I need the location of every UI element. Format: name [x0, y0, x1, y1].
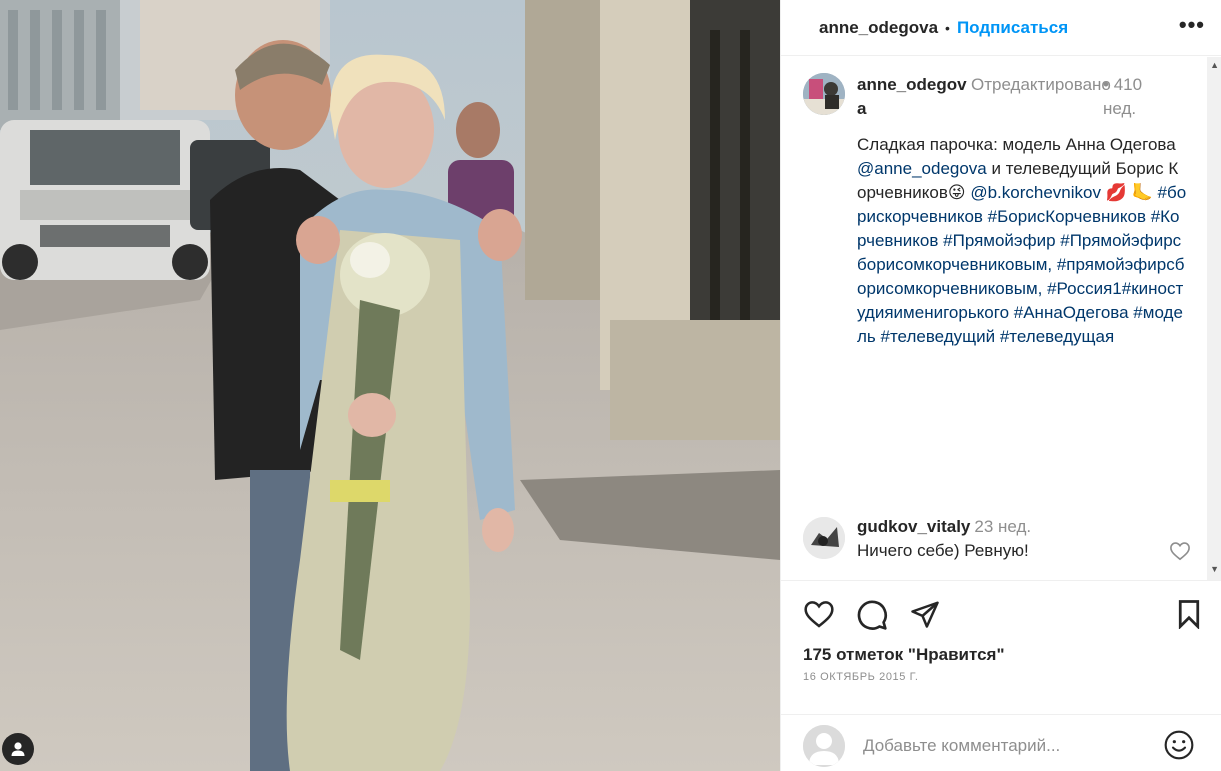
- post-date[interactable]: 16 ОКТЯБРЬ 2015 Г.: [803, 671, 919, 683]
- caption-intro: Сладкая парочка: модель Анна Одегова: [857, 135, 1176, 154]
- heart-icon: [804, 601, 834, 628]
- caption-text: Сладкая парочка: модель Анна Одегова @an…: [857, 133, 1187, 349]
- comment-time[interactable]: 23 нед.: [974, 517, 1031, 536]
- comment-icon: [857, 600, 887, 630]
- comment-input[interactable]: [863, 729, 1153, 763]
- mention-link[interactable]: @anne_odegova: [857, 159, 987, 178]
- comments-section[interactable]: anne_odegovaОтредактировано• 410 нед. Сл…: [781, 57, 1221, 580]
- share-button[interactable]: [909, 599, 941, 634]
- likes-count[interactable]: 175 отметок "Нравится": [803, 645, 1005, 665]
- default-avatar-icon: [803, 725, 845, 767]
- post-header: anne_odegova • Подписаться •••: [781, 0, 1221, 56]
- avatar-image: [803, 73, 845, 115]
- hashtags[interactable]: #борискорчевников #БорисКорчевников #Кор…: [857, 183, 1186, 346]
- more-options-icon[interactable]: •••: [1179, 12, 1205, 38]
- avatar-image: [803, 517, 845, 559]
- add-comment-bar: [781, 714, 1221, 771]
- edited-label: Отредактировано: [971, 75, 1111, 94]
- comment-username[interactable]: gudkov_vitaly: [857, 517, 970, 536]
- scroll-down-icon[interactable]: ▼: [1210, 564, 1219, 574]
- caption-time: • 410 нед.: [1103, 73, 1163, 121]
- emoji-icon: [1164, 730, 1194, 760]
- comment-like-button[interactable]: [1169, 541, 1191, 566]
- emoji-button[interactable]: [1163, 729, 1195, 766]
- comment-header: gudkov_vitaly 23 нед.: [857, 515, 1031, 539]
- comment-text: Ничего себе) Ревную!: [857, 541, 1029, 560]
- caption-emoji: 💋 🦶: [1100, 183, 1153, 202]
- mention-link[interactable]: @b.korchevnikov: [970, 183, 1101, 202]
- bookmark-icon: [1178, 600, 1200, 630]
- tagged-users-button[interactable]: [2, 733, 34, 765]
- avatar[interactable]: [803, 517, 845, 559]
- post-photo[interactable]: [0, 0, 780, 771]
- caption-time-value[interactable]: 410 нед.: [1103, 75, 1142, 118]
- like-button[interactable]: [803, 599, 835, 634]
- scrollbar[interactable]: [1207, 57, 1221, 580]
- share-icon: [911, 601, 939, 628]
- comment-button[interactable]: [856, 599, 888, 636]
- avatar[interactable]: [803, 73, 845, 115]
- avatar: [803, 725, 845, 767]
- photo-image: [0, 0, 780, 771]
- follow-button[interactable]: Подписаться: [957, 18, 1068, 38]
- caption-username[interactable]: anne_odegova: [857, 73, 967, 121]
- user-icon: [11, 742, 25, 756]
- header-username[interactable]: anne_odegova: [819, 18, 938, 38]
- header-separator: •: [945, 19, 950, 36]
- caption-header: anne_odegovaОтредактировано• 410 нед.: [857, 73, 1197, 121]
- scroll-up-icon[interactable]: ▲: [1210, 60, 1219, 70]
- save-button[interactable]: [1175, 599, 1203, 634]
- caption-separator: •: [1103, 75, 1109, 94]
- post-panel: anne_odegova • Подписаться ••• anne_odeg…: [780, 0, 1221, 771]
- heart-icon: [1170, 542, 1190, 561]
